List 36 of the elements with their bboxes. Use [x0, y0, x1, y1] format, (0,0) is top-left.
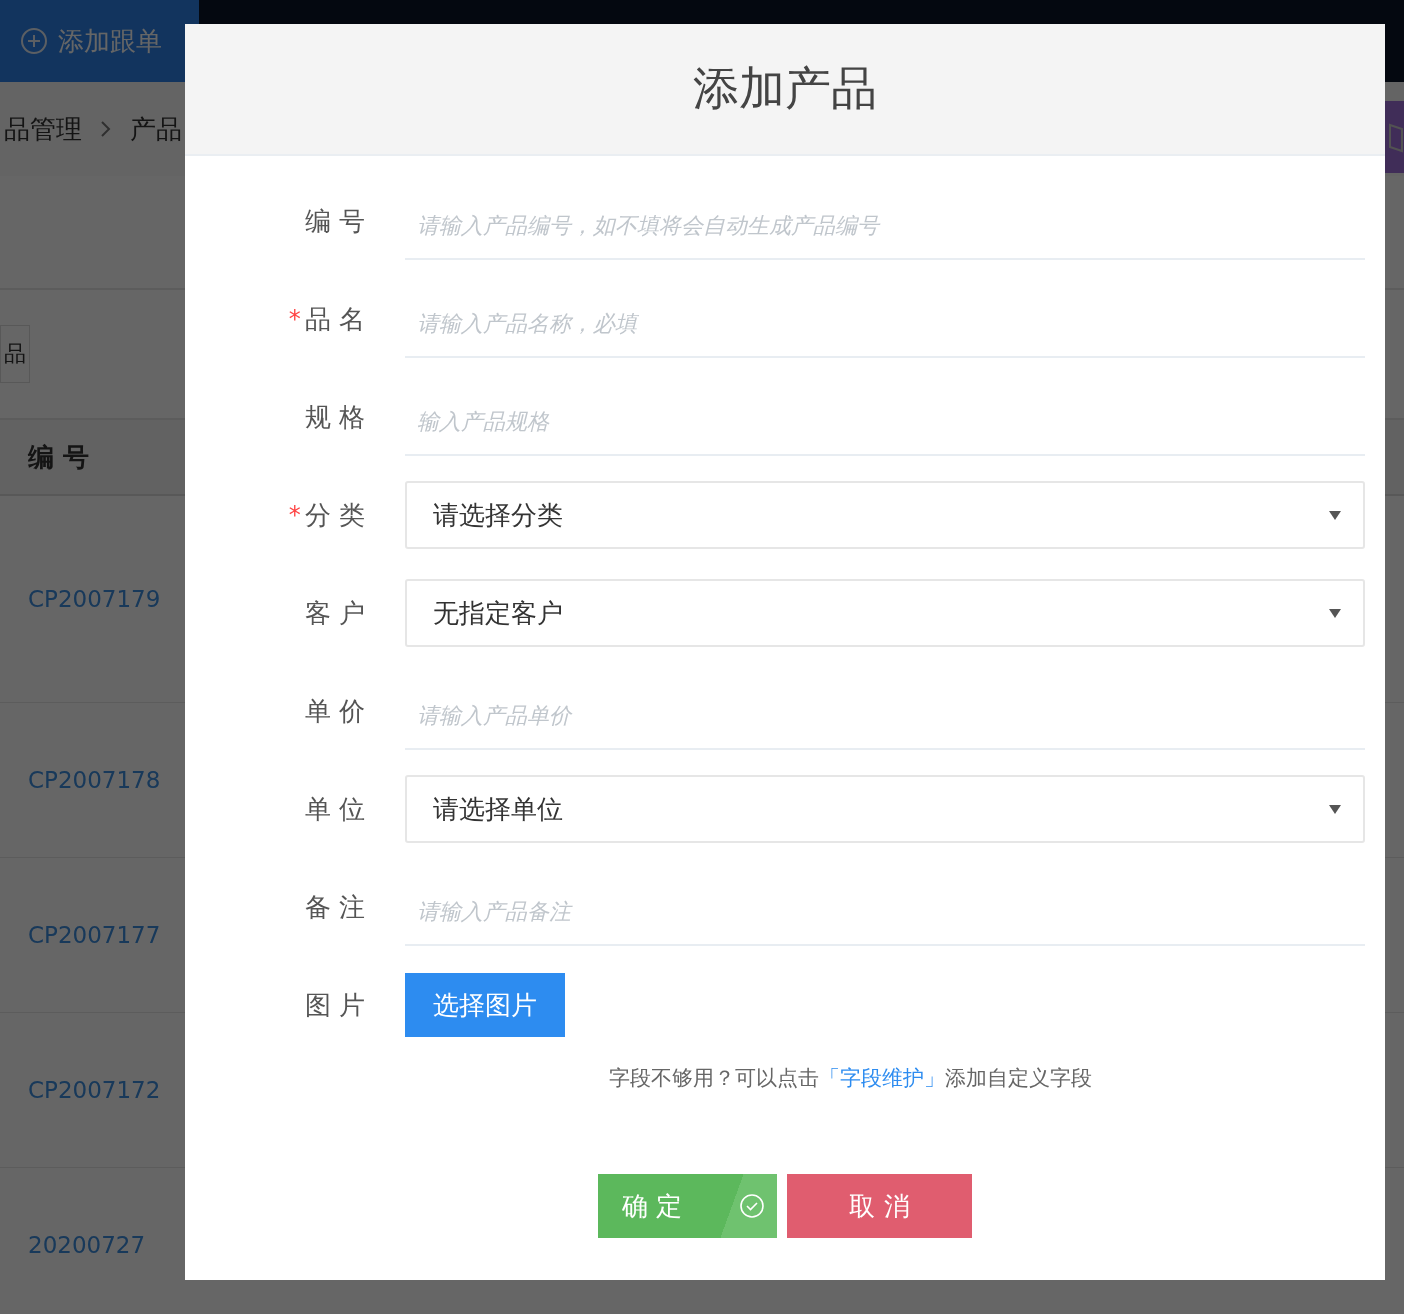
- filter-button[interactable]: 品: [0, 325, 30, 383]
- select-dropdown[interactable]: 无指定客户: [405, 579, 1365, 647]
- breadcrumb-item[interactable]: 品管理: [4, 111, 82, 147]
- field-label: 分 类: [304, 498, 365, 532]
- table-cell: CP2007179: [28, 586, 161, 612]
- field-label: 品 名: [304, 302, 365, 336]
- column-header: 编 号: [28, 440, 90, 474]
- caret-down-icon: [1329, 804, 1341, 814]
- cancel-button[interactable]: 取 消: [787, 1174, 972, 1238]
- field-label: 编 号: [304, 204, 365, 238]
- field-label: 备 注: [304, 890, 365, 924]
- required-asterisk: *: [288, 305, 301, 333]
- field-label: 单 位: [304, 792, 365, 826]
- field-maintenance-link[interactable]: 「字段维护」: [818, 1066, 945, 1090]
- table-cell: 20200727: [28, 1232, 146, 1258]
- chevron-right-icon: [100, 120, 112, 138]
- table-cell: CP2007177: [28, 922, 161, 948]
- confirm-button[interactable]: 确 定: [598, 1174, 777, 1238]
- add-follow-up-button[interactable]: 添加跟单: [0, 0, 199, 82]
- dialog-title: 添加产品: [693, 60, 877, 117]
- check-circle-icon: [739, 1193, 765, 1219]
- custom-field-hint: 字段不够用？可以点击「字段维护」添加自定义字段: [607, 1065, 1093, 1092]
- select-dropdown[interactable]: 请选择单位: [405, 775, 1365, 843]
- field-label: 规 格: [304, 400, 365, 434]
- plus-circle-icon: [20, 27, 48, 55]
- caret-down-icon: [1329, 608, 1341, 618]
- field-label: 客 户: [304, 596, 365, 630]
- table-cell: CP2007172: [28, 1077, 161, 1103]
- breadcrumb-item[interactable]: 产品: [130, 111, 182, 147]
- table-cell: CP2007178: [28, 767, 161, 793]
- required-asterisk: *: [288, 501, 301, 529]
- select-dropdown[interactable]: 请选择分类: [405, 481, 1365, 549]
- field-label: 图 片: [304, 988, 365, 1022]
- caret-down-icon: [1329, 510, 1341, 520]
- choose-image-button[interactable]: 选择图片: [405, 973, 565, 1037]
- field-label: 单 价: [304, 694, 365, 728]
